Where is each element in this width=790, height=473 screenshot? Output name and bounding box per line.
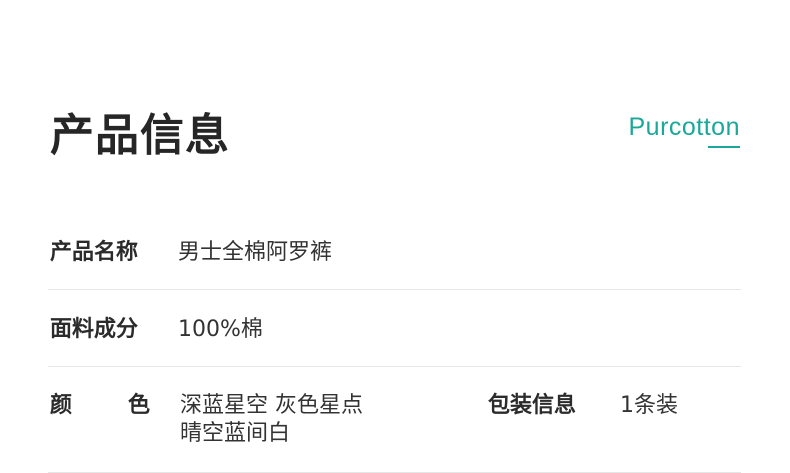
packaging-label: 包装信息 <box>488 393 577 418</box>
brand-logo-text: Purcotton <box>628 113 740 141</box>
color-value-line-2: 晴空蓝间白 <box>180 421 291 446</box>
color-values: 深蓝星空 灰色星点 晴空蓝间白 <box>180 392 460 448</box>
brand-underline <box>708 146 740 148</box>
spec-row-material <box>48 290 741 367</box>
product-spec-table: 产品名称 男士全棉阿罗裤 面料成分 100%棉 颜 色 深蓝星空 灰色星点 晴空… <box>48 214 741 473</box>
page-title: 产品信息 <box>50 110 230 161</box>
color-label: 颜 色 <box>50 391 150 421</box>
product-name-value: 男士全棉阿罗裤 <box>178 240 333 265</box>
material-value: 100%棉 <box>178 317 263 342</box>
packaging-value: 1条装 <box>620 393 678 418</box>
color-label-char-1: 颜 <box>50 393 73 418</box>
spec-row-product-name <box>48 214 741 290</box>
brand-logo: Purcotton <box>628 112 740 142</box>
product-info-header: 产品信息 Purcotton <box>50 104 740 164</box>
color-label-char-2: 色 <box>127 393 150 418</box>
material-label: 面料成分 <box>50 317 139 342</box>
product-name-label: 产品名称 <box>50 240 139 265</box>
color-value-line-1: 深蓝星空 灰色星点 <box>180 393 363 418</box>
